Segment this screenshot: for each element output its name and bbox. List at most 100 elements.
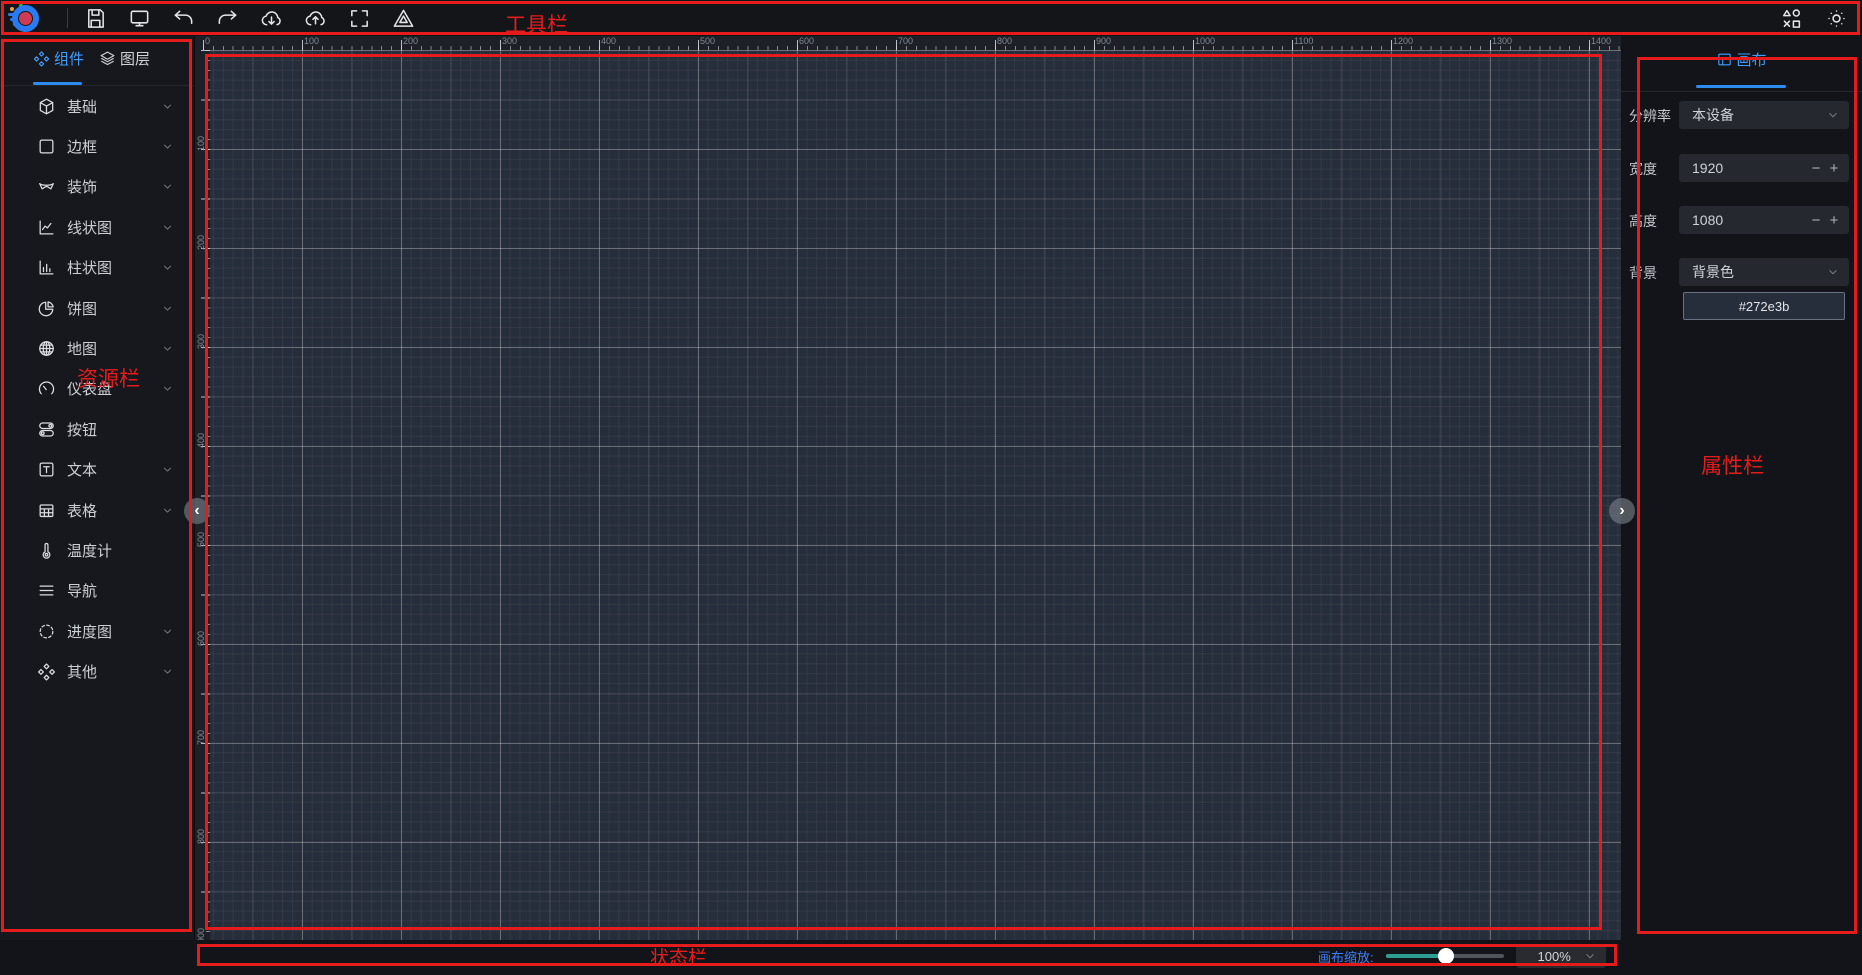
cloud-upload-icon[interactable]	[304, 7, 327, 30]
tab-layers[interactable]: 图层	[99, 48, 150, 69]
h-ruler-tick-label: 0	[205, 36, 210, 46]
chevron-down-icon	[1826, 265, 1840, 279]
width-input[interactable]: 1920 − +	[1679, 154, 1849, 182]
h-ruler-tick-label: 1000	[1195, 36, 1215, 46]
table-icon	[37, 501, 56, 520]
h-ruler-tick-label: 200	[403, 36, 418, 46]
text-icon	[37, 460, 56, 479]
sidebar-item-label: 仪表盘	[67, 378, 161, 399]
zoom-slider-fill	[1386, 954, 1446, 958]
save-icon[interactable]	[84, 7, 107, 30]
sidebar-item-label: 温度计	[67, 540, 194, 561]
chevron-down-icon	[161, 504, 174, 517]
height-input[interactable]: 1080 − +	[1679, 206, 1849, 234]
canvas-zoom-label: 画布缩放:	[1318, 947, 1374, 966]
component-list: 基础边框装饰线状图柱状图饼图地图仪表盘按钮文本表格温度计导航进度图其他	[0, 86, 194, 692]
background-color-input[interactable]: #272e3b	[1683, 292, 1845, 320]
chevron-down-icon	[161, 302, 174, 315]
sidebar-item-table[interactable]: 表格	[0, 490, 194, 530]
theme-icon[interactable]	[1825, 7, 1848, 30]
monitor-icon[interactable]	[128, 7, 151, 30]
decoration-icon	[37, 177, 56, 196]
toolbar-divider	[67, 8, 68, 28]
chevron-down-icon	[161, 221, 174, 234]
canvas-grid[interactable]	[210, 50, 1621, 940]
toolbar	[0, 0, 1862, 36]
height-value: 1080	[1679, 212, 1807, 228]
sidebar-item-gauge[interactable]: 仪表盘	[0, 369, 194, 409]
width-decrement-button[interactable]: −	[1807, 160, 1825, 177]
h-ruler-tick-label: 1100	[1294, 36, 1313, 46]
width-value: 1920	[1679, 160, 1807, 176]
tab-components[interactable]: 组件	[33, 48, 84, 69]
resolution-row: 分辨率 本设备	[1621, 101, 1862, 129]
resolution-value: 本设备	[1679, 105, 1826, 125]
components-icon[interactable]	[1780, 7, 1803, 30]
h-ruler-tick-label: 700	[898, 36, 913, 46]
sidebar-item-line-chart[interactable]: 线状图	[0, 207, 194, 247]
collapse-left-handle[interactable]: ‹	[184, 498, 210, 524]
sidebar-item-label: 进度图	[67, 621, 161, 642]
warning-icon[interactable]	[392, 7, 415, 30]
v-ruler-tick-label: 100	[196, 117, 208, 151]
sidebar-item-label: 线状图	[67, 217, 161, 238]
toggle-icon	[37, 420, 56, 439]
border-icon	[37, 137, 56, 156]
tab-components-label: 组件	[54, 48, 84, 69]
chevron-down-icon	[161, 342, 174, 355]
h-ruler-tick-label: 100	[304, 36, 319, 46]
resolution-select[interactable]: 本设备	[1679, 101, 1849, 129]
zoom-slider[interactable]	[1386, 954, 1504, 958]
chevron-down-icon	[161, 261, 174, 274]
sidebar-item-text[interactable]: 文本	[0, 450, 194, 490]
ruler-horizontal: 0100200300400500600700800900100011001200…	[195, 36, 1621, 50]
undo-icon[interactable]	[172, 7, 195, 30]
sidebar-item-basic[interactable]: 基础	[0, 86, 194, 126]
width-increment-button[interactable]: +	[1825, 160, 1843, 177]
other-icon	[37, 662, 56, 681]
height-increment-button[interactable]: +	[1825, 212, 1843, 229]
zoom-slider-thumb[interactable]	[1438, 948, 1454, 964]
sidebar-item-other[interactable]: 其他	[0, 651, 194, 691]
thermometer-icon	[37, 541, 56, 560]
sidebar-item-pie-chart[interactable]: 饼图	[0, 288, 194, 328]
zoom-control: 画布缩放: 100%	[1318, 945, 1606, 967]
sidebar-item-label: 导航	[67, 580, 194, 601]
sidebar-item-label: 边框	[67, 136, 161, 157]
pie-chart-icon	[37, 299, 56, 318]
active-tab-underline	[33, 82, 82, 85]
chevron-down-icon	[161, 140, 174, 153]
resolution-label: 分辨率	[1629, 106, 1671, 126]
redo-icon[interactable]	[216, 7, 239, 30]
width-label: 宽度	[1629, 159, 1657, 179]
sidebar-item-label: 地图	[67, 338, 161, 359]
h-ruler-tick-label: 1300	[1492, 36, 1512, 46]
height-row: 高度 1080 − +	[1621, 206, 1862, 234]
bar-chart-icon	[37, 258, 56, 277]
zoom-select[interactable]: 100%	[1516, 944, 1606, 968]
background-select[interactable]: 背景色	[1679, 258, 1849, 286]
h-ruler-tick-label: 800	[997, 36, 1012, 46]
sidebar-item-border[interactable]: 边框	[0, 126, 194, 166]
cloud-download-icon[interactable]	[260, 7, 283, 30]
app-logo-icon[interactable]	[8, 4, 50, 32]
sidebar-item-button[interactable]: 按钮	[0, 409, 194, 449]
sidebar-item-progress[interactable]: 进度图	[0, 611, 194, 651]
tab-canvas-label: 画布	[1736, 49, 1766, 70]
chevron-down-icon	[1583, 949, 1597, 963]
sidebar-item-label: 按钮	[67, 419, 194, 440]
sidebar-item-nav[interactable]: 导航	[0, 571, 194, 611]
canvas-tab-icon	[1716, 51, 1733, 68]
tab-canvas[interactable]: 画布	[1621, 49, 1862, 70]
sidebar-item-thermometer[interactable]: 温度计	[0, 530, 194, 570]
canvas-area: 0100200300400500600700800900100011001200…	[195, 36, 1621, 940]
collapse-right-handle[interactable]: ›	[1609, 498, 1635, 524]
fullscreen-icon[interactable]	[348, 7, 371, 30]
sidebar-item-bar-chart[interactable]: 柱状图	[0, 248, 194, 288]
sidebar-item-map[interactable]: 地图	[0, 328, 194, 368]
v-ruler-tick-label: 800	[196, 810, 208, 844]
h-ruler-tick-label: 1400	[1591, 36, 1611, 46]
sidebar-item-decoration[interactable]: 装饰	[0, 167, 194, 207]
height-decrement-button[interactable]: −	[1807, 212, 1825, 229]
v-ruler-tick-label: 300	[196, 315, 208, 349]
